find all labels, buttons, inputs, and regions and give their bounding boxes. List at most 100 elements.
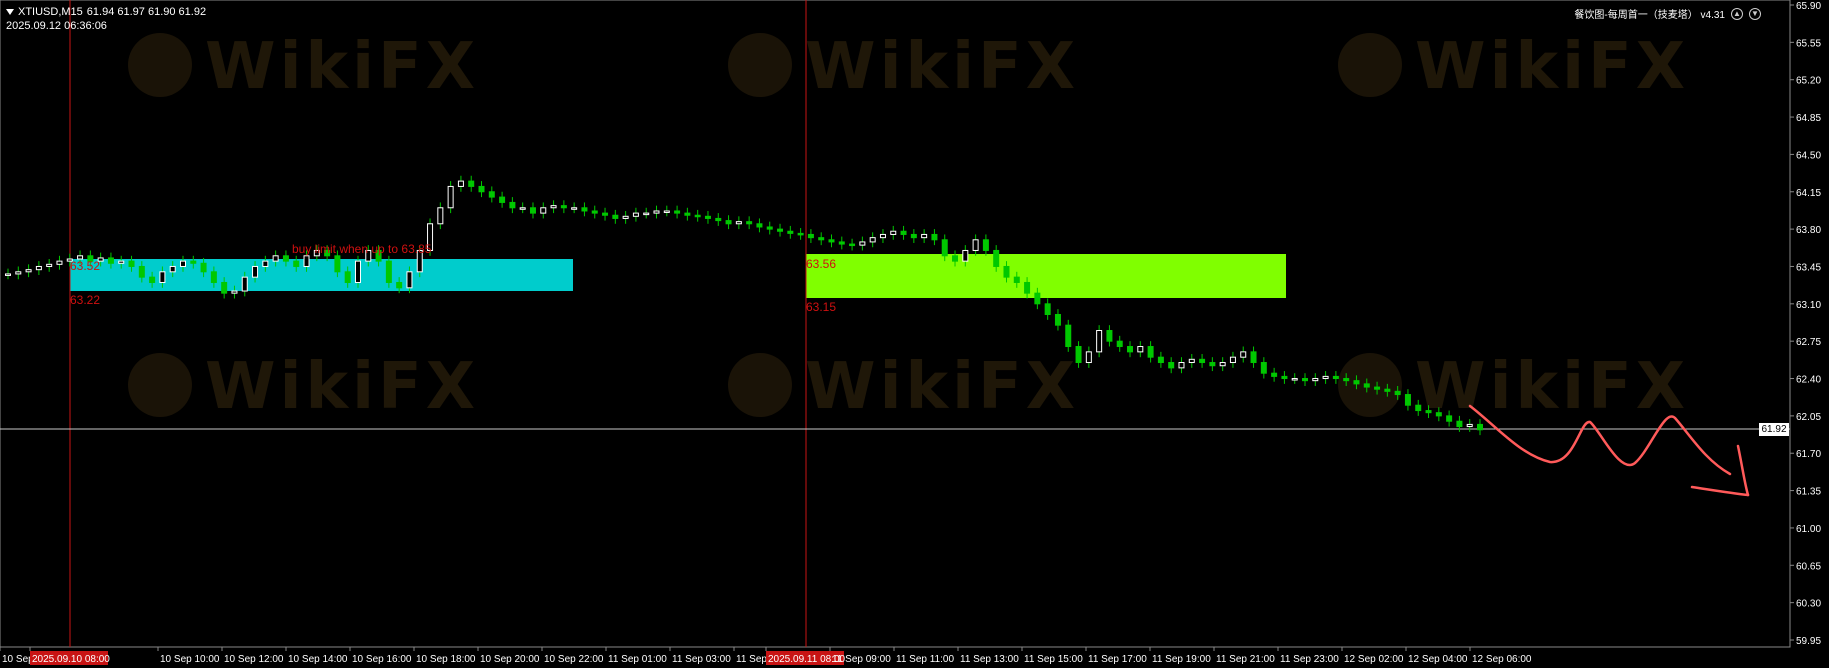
- candle-body: [457, 180, 464, 187]
- candle-body: [1415, 404, 1422, 412]
- server-timestamp: 2025.09.12 06:36:06: [6, 20, 107, 32]
- candle-body: [179, 260, 186, 267]
- time-axis-label: 11 Sep 09:00: [832, 654, 891, 665]
- candle-body: [1188, 358, 1195, 364]
- candle-body: [1374, 386, 1381, 390]
- candle-body: [715, 217, 722, 222]
- ohlc-values: 61.94 61.97 61.90 61.92: [86, 6, 207, 18]
- candle-body: [1456, 420, 1463, 428]
- watermark-logo-icon: [728, 353, 792, 417]
- candle-body: [1178, 362, 1185, 369]
- price-axis-label: 64.50: [1796, 150, 1821, 161]
- price-chart[interactable]: WikiFX WikiFX WikiFX WikiFX WikiFX WikiFX 63.…: [0, 0, 1829, 668]
- cyan-zone-note: buy limit when up to 63.85: [292, 242, 432, 256]
- candle-body: [818, 237, 825, 241]
- candle-body: [1250, 351, 1257, 364]
- price-axis-label: 61.35: [1796, 487, 1821, 498]
- time-axis-label: 12 Sep 06:00: [1472, 654, 1532, 665]
- candle-body: [1363, 383, 1370, 388]
- candle-body: [684, 212, 691, 216]
- price-axis-label: 63.10: [1796, 300, 1821, 311]
- indicator-down-icon[interactable]: ▼: [1749, 7, 1761, 20]
- current-price-tag: 61.92: [1759, 423, 1789, 436]
- time-axis-label: 10 Sep 12:00: [224, 654, 284, 665]
- candle-body: [622, 215, 629, 219]
- candle-body: [869, 237, 876, 243]
- green-zone-top-label: 63.56: [806, 257, 836, 271]
- candle-body: [1034, 292, 1041, 305]
- time-axis-label: 10 Sep 20:00: [480, 654, 540, 665]
- candle-body: [797, 232, 804, 236]
- hand-drawn-arrow-shaft: [1736, 444, 1750, 497]
- price-axis[interactable]: 65.90 65.55 65.20 64.85 64.50 64.15 63.80 63.45…: [1790, 1, 1821, 647]
- candle-body: [35, 265, 42, 271]
- cyan-zone[interactable]: [70, 259, 573, 291]
- candle-body: [1302, 378, 1309, 382]
- candle-body: [1199, 358, 1206, 364]
- candle-body: [1425, 410, 1432, 414]
- time-axis-label: 11 Sep 15:00: [1024, 654, 1083, 665]
- indicator-up-icon[interactable]: ▲: [1731, 7, 1743, 20]
- candle-body: [25, 269, 32, 273]
- candle-body: [1044, 303, 1051, 315]
- watermark-layer: WikiFX WikiFX WikiFX WikiFX WikiFX WikiFX: [128, 30, 1685, 424]
- candle-body: [972, 239, 979, 251]
- candle-body: [1240, 351, 1247, 358]
- candle-body: [396, 281, 403, 289]
- time-axis[interactable]: 10 Sep2025.09.10 08:00 10 Sep 10:00 10 Sep…: [0, 647, 1532, 665]
- candle-body: [1065, 324, 1072, 348]
- candle-body: [735, 221, 742, 225]
- candle-body: [632, 212, 639, 217]
- price-axis-label: 64.85: [1796, 113, 1821, 124]
- price-axis-label: 64.15: [1796, 188, 1821, 199]
- time-axis-label: 11 Sep 23:00: [1280, 654, 1339, 665]
- green-zone[interactable]: [806, 254, 1286, 298]
- price-axis-label: 62.05: [1796, 412, 1821, 423]
- candle-body: [1260, 362, 1267, 374]
- price-axis-label: 63.80: [1796, 225, 1821, 236]
- indicator-panel: 餐饮图-每周首一（技麦塔） v4.31 ▲ ▼: [1574, 6, 1761, 21]
- candle-body: [1127, 346, 1134, 353]
- watermark-logo-icon: [128, 353, 192, 417]
- watermark-text: WikiFX: [805, 30, 1079, 104]
- chart-canvas[interactable]: WikiFX WikiFX WikiFX WikiFX WikiFX WikiFX 63.…: [0, 0, 1829, 668]
- candle-body: [1075, 346, 1082, 364]
- candle-body: [231, 290, 238, 294]
- candle-body: [1116, 340, 1123, 348]
- candle-body: [159, 271, 166, 283]
- watermark-logo-icon: [1338, 33, 1402, 97]
- candle-body: [107, 257, 114, 264]
- candle-body: [1271, 372, 1278, 377]
- candle-body: [777, 228, 784, 232]
- candle-body: [447, 185, 454, 209]
- candle-body: [262, 260, 269, 267]
- candle-body: [128, 260, 135, 267]
- time-axis-label: 12 Sep 04:00: [1408, 654, 1468, 665]
- candle-body: [221, 281, 228, 294]
- time-axis-label: 11 Sep 11:00: [896, 654, 954, 665]
- collapse-triangle-icon[interactable]: [6, 9, 14, 15]
- candle-body: [303, 255, 310, 267]
- candle-body: [118, 260, 125, 264]
- time-axis-label: 10 Sep 18:00: [416, 654, 476, 665]
- chart-info: XTIUSD,M15 61.94 61.97 61.90 61.92 2025.…: [6, 5, 206, 33]
- time-axis-label: 10 Sep 14:00: [288, 654, 348, 665]
- time-axis-label: 2025.09.10 08:00: [32, 654, 110, 665]
- price-axis-label: 59.95: [1796, 636, 1821, 647]
- time-axis-label: 11 Sep 21:00: [1216, 654, 1275, 665]
- candle-body: [674, 210, 681, 214]
- time-axis-label: 11 Sep 03:00: [672, 654, 731, 665]
- price-axis-label: 61.70: [1796, 449, 1821, 460]
- candle-body: [1209, 362, 1216, 367]
- candle-body: [1003, 265, 1010, 278]
- candle-body: [1477, 423, 1483, 431]
- candle-body: [1353, 380, 1360, 385]
- candle-body: [1466, 423, 1473, 428]
- candle-body: [900, 230, 907, 235]
- candle-body: [499, 196, 506, 203]
- candle-body: [210, 271, 217, 283]
- candle-body: [962, 249, 969, 262]
- candle-body: [725, 220, 732, 225]
- watermark-logo-icon: [1338, 353, 1402, 417]
- candle-body: [1343, 378, 1350, 382]
